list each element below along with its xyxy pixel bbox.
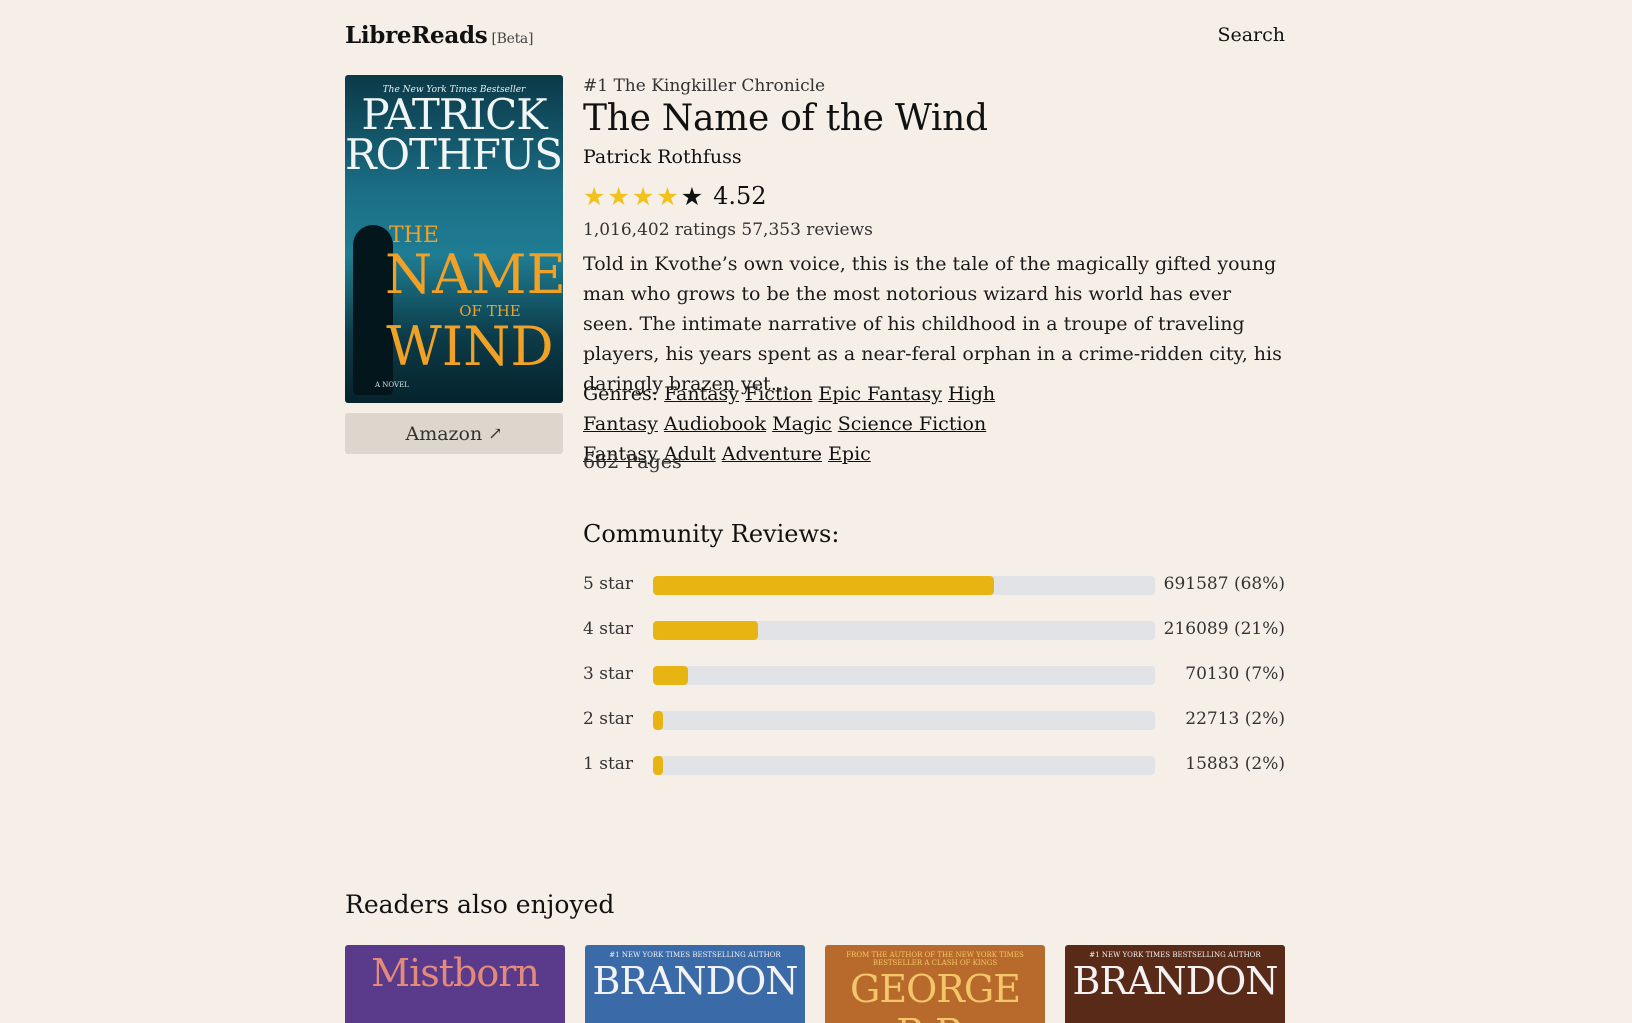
beta-badge: [Beta] xyxy=(491,31,534,47)
rating-bar-row: 1 star 15883 (2%) xyxy=(583,754,1285,776)
rating-bar-track xyxy=(653,666,1155,685)
genre-link[interactable]: Audiobook xyxy=(664,413,766,435)
brand-name[interactable]: LibreReads xyxy=(345,22,488,49)
readers-also-enjoyed-title: Readers also enjoyed xyxy=(345,890,615,919)
external-link-icon: ↗ xyxy=(488,423,503,444)
genre-link[interactable]: Adventure xyxy=(722,443,822,465)
recommended-book-cover[interactable]: #1 NEW YORK TIMES BESTSELLING AUTHOR BRA… xyxy=(585,945,805,1023)
book-cover: The New York Times Bestseller PATRICK RO… xyxy=(345,75,563,403)
cover-title-wind: WIND xyxy=(386,315,554,378)
star-icon: ★ xyxy=(607,181,630,211)
recommended-book-cover[interactable]: FROM THE AUTHOR OF THE NEW YORK TIMES BE… xyxy=(825,945,1045,1023)
rating-bar-row: 5 star 691587 (68%) xyxy=(583,574,1285,596)
rating-bar-track xyxy=(653,756,1155,775)
star-icon: ★ xyxy=(631,181,655,211)
brand-logo[interactable]: LibreReads [Beta] xyxy=(345,22,533,49)
rating-value: 4.52 xyxy=(713,182,767,210)
rating-bar-fill xyxy=(653,666,689,685)
rec-cover-top: #1 NEW YORK TIMES BESTSELLING AUTHOR xyxy=(609,951,781,959)
amazon-label: Amazon xyxy=(405,422,483,445)
star-icon: ★ xyxy=(583,181,606,211)
rating-bar-label: 1 star xyxy=(583,754,634,774)
rating-bar-row: 2 star 22713 (2%) xyxy=(583,709,1285,731)
genre-link[interactable]: Fiction xyxy=(745,383,812,405)
rating-bar-fill xyxy=(653,621,759,640)
rating-bar-fill xyxy=(653,711,664,730)
rating-bar-fill xyxy=(653,756,664,775)
genre-link[interactable]: Magic xyxy=(772,413,832,435)
rating-bar-row: 4 star 216089 (21%) xyxy=(583,619,1285,641)
rating-bar-count: 70130 (7%) xyxy=(1185,664,1285,684)
cover-novel-label: A NOVEL xyxy=(375,381,409,389)
genre-link[interactable]: Fantasy xyxy=(664,383,739,405)
cover-title-name: NAME xyxy=(385,243,563,306)
rating-bar-track xyxy=(653,711,1155,730)
rec-cover-main: BRANDON xyxy=(592,959,798,1003)
recommended-book-cover[interactable]: Mistborn xyxy=(345,945,565,1023)
search-link[interactable]: Search xyxy=(1217,24,1285,46)
genres-label: Genres: xyxy=(583,383,659,405)
book-title: The Name of the Wind xyxy=(583,98,988,139)
rating-bar-row: 3 star 70130 (7%) xyxy=(583,664,1285,686)
amazon-button[interactable]: Amazon ↗ xyxy=(345,413,563,454)
recommended-books: Mistborn #1 NEW YORK TIMES BESTSELLING A… xyxy=(345,945,1285,1023)
rating-bar-count: 15883 (2%) xyxy=(1185,754,1285,774)
rating-bar-label: 2 star xyxy=(583,709,634,729)
rating-bar-label: 4 star xyxy=(583,619,634,639)
community-reviews-title: Community Reviews: xyxy=(583,520,840,548)
series-link[interactable]: #1 The Kingkiller Chronicle xyxy=(583,76,825,96)
header: LibreReads [Beta] Search xyxy=(345,18,1285,54)
cover-author: PATRICK ROTHFUSS xyxy=(345,94,563,176)
genre-link[interactable]: Epic xyxy=(828,443,871,465)
rating-row: ★ ★ ★ ★ ★ 4.52 xyxy=(583,181,767,211)
rating-bar-label: 5 star xyxy=(583,574,634,594)
rating-counts: 1,016,402 ratings 57,353 reviews xyxy=(583,220,873,240)
page: LibreReads [Beta] Search The New York Tim… xyxy=(0,0,1632,1023)
cover-title: THE NAME OF THE WIND xyxy=(385,223,563,378)
star-icon: ★ xyxy=(680,181,704,211)
rec-cover-main: BRANDON xyxy=(1072,959,1278,1003)
rating-bar-fill xyxy=(653,576,995,595)
book-author[interactable]: Patrick Rothfuss xyxy=(583,146,742,168)
book-description: Told in Kvothe’s own voice, this is the … xyxy=(583,253,1282,395)
recommended-book-cover[interactable]: #1 NEW YORK TIMES BESTSELLING AUTHOR BRA… xyxy=(1065,945,1285,1023)
rating-bar-track xyxy=(653,576,1155,595)
rec-cover-top: #1 NEW YORK TIMES BESTSELLING AUTHOR xyxy=(1089,951,1261,959)
rec-cover-top: FROM THE AUTHOR OF THE NEW YORK TIMES BE… xyxy=(846,951,1024,967)
rating-bar-track xyxy=(653,621,1155,640)
page-count: 662 Pages xyxy=(583,451,682,473)
genres: Genres: Fantasy Fiction Epic Fantasy High Fa… xyxy=(583,379,1285,469)
star-icon: ★ xyxy=(656,181,679,211)
rating-bar-count: 691587 (68%) xyxy=(1163,574,1285,594)
rec-cover-main: GEORGE R.R. xyxy=(850,967,1021,1023)
rating-bar-label: 3 star xyxy=(583,664,634,684)
rating-bar-count: 216089 (21%) xyxy=(1163,619,1285,639)
genre-link[interactable]: Epic Fantasy xyxy=(818,383,942,405)
rec-cover-main: Mistborn xyxy=(371,951,540,995)
cover-author-line2: ROTHFUSS xyxy=(345,130,563,179)
rating-bar-count: 22713 (2%) xyxy=(1185,709,1285,729)
